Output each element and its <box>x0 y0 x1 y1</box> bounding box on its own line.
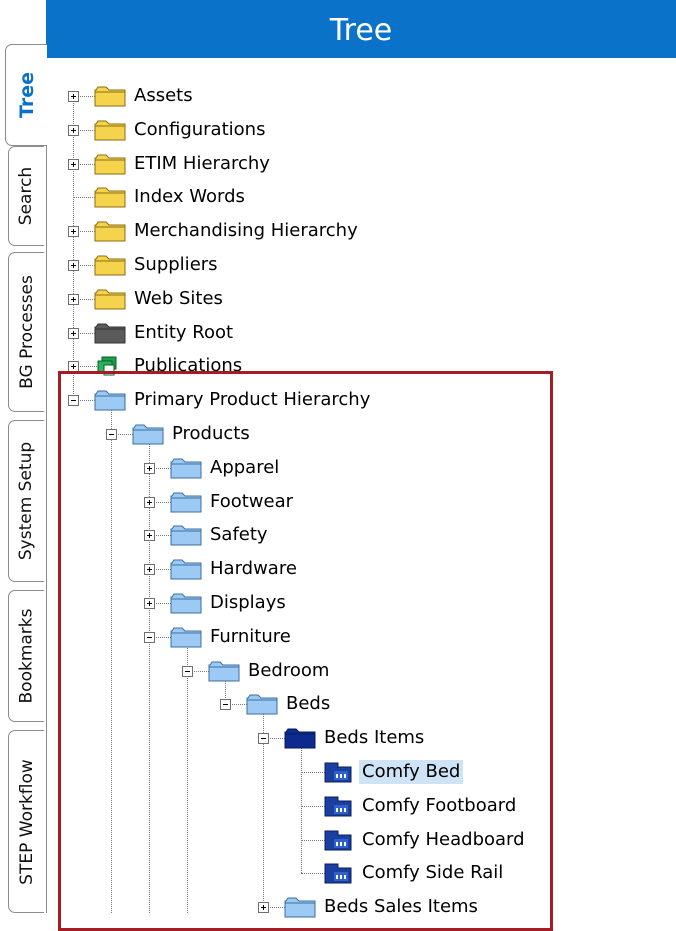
expand-toggle[interactable] <box>68 159 79 170</box>
tree-node[interactable]: Suppliers <box>0 253 676 283</box>
tree-node-label: Index Words <box>134 186 245 207</box>
expand-toggle[interactable] <box>68 125 79 136</box>
tab-tree[interactable]: Tree <box>5 44 47 146</box>
tree-node-label: Suppliers <box>134 254 218 275</box>
folder-yellow-icon <box>94 186 126 208</box>
tree-node-label: Assets <box>134 85 193 106</box>
folder-yellow-icon <box>94 153 126 175</box>
tree-node[interactable]: Merchandising Hierarchy <box>0 219 676 249</box>
folder-yellow-icon <box>94 85 126 107</box>
expand-toggle[interactable] <box>68 260 79 271</box>
tree-node-label: Entity Root <box>134 322 234 343</box>
highlight-box <box>58 371 553 931</box>
tree-node-label: ETIM Hierarchy <box>134 153 270 174</box>
tree-node-label: Web Sites <box>134 288 223 309</box>
folder-gray-icon <box>94 322 126 344</box>
expand-toggle[interactable] <box>68 91 79 102</box>
tree-node[interactable]: ETIM Hierarchy <box>0 152 676 182</box>
tree-node[interactable]: Entity Root <box>0 321 676 351</box>
folder-yellow-icon <box>94 254 126 276</box>
tree-node-label: Configurations <box>134 119 266 140</box>
folder-yellow-icon <box>94 288 126 310</box>
expand-toggle[interactable] <box>68 226 79 237</box>
folder-yellow-icon <box>94 220 126 242</box>
tree-node-label: Merchandising Hierarchy <box>134 220 358 241</box>
tree-node[interactable]: Web Sites <box>0 287 676 317</box>
expand-toggle[interactable] <box>68 294 79 305</box>
tree-node[interactable]: Configurations <box>0 118 676 148</box>
tree-node[interactable]: Assets <box>0 84 676 114</box>
tree-node[interactable]: Index Words <box>0 185 676 215</box>
expand-toggle[interactable] <box>68 328 79 339</box>
tab-label: Tree <box>15 71 38 119</box>
folder-yellow-icon <box>94 119 126 141</box>
